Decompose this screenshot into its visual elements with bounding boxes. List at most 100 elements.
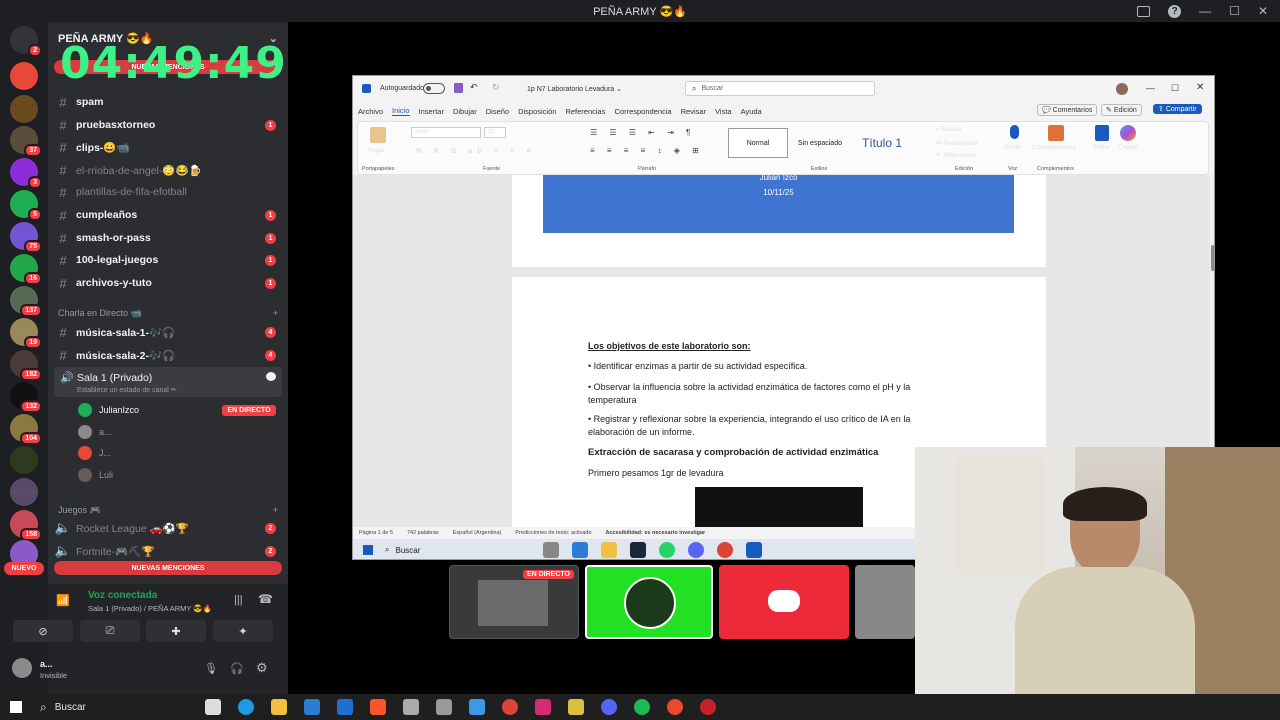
soundboard-button[interactable]: ✦ [213,620,273,642]
channel-status-field[interactable]: Establece un estado de canal ✏ [77,386,177,394]
app-icon[interactable] [572,542,589,558]
camera-off-button[interactable]: ⊘ [13,620,73,642]
close-button[interactable]: ✕ [1196,82,1204,93]
channel-item[interactable]: # archivos-y-tuto 1 [54,273,282,293]
server-icon[interactable]: 19 [10,318,42,349]
discord-icon[interactable] [688,542,705,558]
maximize-button[interactable]: ☐ [1171,83,1179,94]
app-icon[interactable] [435,699,452,715]
tab-diseno[interactable]: Diseño [486,107,509,116]
share-screen-button[interactable]: ⎚ [80,620,140,642]
channel-item[interactable]: # música-sala-2-🎶🎧 4 [54,345,282,365]
word-icon[interactable] [746,542,763,558]
voice-user[interactable]: a... [78,423,112,441]
paste-icon[interactable] [370,127,386,143]
dictate-label[interactable]: Dictar [1004,144,1021,151]
participant-tile[interactable] [585,565,713,639]
category-header[interactable]: Charla en Directo 📹 + [58,308,278,319]
voice-channel-item[interactable]: 🔈 Rocket League 🚗⚽🏆 2 [54,518,282,538]
server-icon[interactable]: 5 [10,190,42,221]
channel-item[interactable]: # cumpleaños 1 [54,205,282,225]
discord-icon[interactable] [600,699,617,715]
app-icon[interactable] [468,699,485,715]
font-size-select[interactable]: 11 [484,127,506,138]
task-view-icon[interactable] [204,699,221,715]
discord-home-icon[interactable]: 2 [10,26,42,57]
participant-tile[interactable] [719,565,849,639]
font-format-icons[interactable]: N K S ab x x A [416,146,537,155]
tab-referencias[interactable]: Referencias [565,107,605,116]
avatar[interactable] [12,658,32,678]
channel-item[interactable]: # clips-😀📹 [54,137,282,157]
channel-item[interactable]: # plantillas-de-fifa-efotball [54,182,282,202]
app-icon[interactable] [567,699,584,715]
document-title[interactable]: 1p N7 Laboratorio Levadura ⌄ [527,85,622,93]
copilot-label[interactable]: Copilot [1118,144,1138,151]
windows-start-icon[interactable] [10,701,22,713]
language-status[interactable]: Español (Argentina) [453,530,502,536]
comments-button[interactable]: 💬 Comentarios [1037,104,1098,116]
minimize-button[interactable]: — [1199,4,1211,18]
replace-button[interactable]: ⇄ Reemplazar [936,139,978,147]
server-icon[interactable]: 104 [10,414,42,445]
editor-icon[interactable] [1095,125,1109,141]
addins-icon[interactable] [1048,125,1064,141]
channel-item[interactable]: #100-legal-juegos 1 [54,250,282,270]
word-count[interactable]: 742 palabras [407,530,439,536]
store-icon[interactable] [303,699,320,715]
server-icon[interactable]: 158 [10,510,42,541]
tab-revisar[interactable]: Revisar [681,107,706,116]
page-count[interactable]: Página 1 de 5 [359,530,393,536]
tab-insertar[interactable]: Insertar [419,107,444,116]
style-titulo-1[interactable]: Título 1 [852,128,912,158]
app-icon[interactable] [699,699,716,715]
noise-suppression-icon[interactable]: ||| [234,594,243,606]
microphone-icon[interactable]: 🎙 [204,662,218,675]
server-icon[interactable] [10,95,38,123]
channel-item[interactable]: # el-rrioba-de-angel-😳😂🍺 [54,160,282,180]
mail-icon[interactable] [336,699,353,715]
avatar[interactable] [1116,83,1128,95]
editor-label[interactable]: Editor [1093,144,1110,151]
app-icon[interactable] [402,699,419,715]
voice-user[interactable]: JulianIzco [78,401,139,419]
channel-item[interactable]: # spam [54,92,282,112]
folder-icon[interactable] [601,542,618,558]
style-normal[interactable]: Normal [728,128,788,158]
channel-item[interactable]: # pruebasxtorneo 1 [54,115,282,135]
new-mentions-bar[interactable]: NUEVAS MENCIONES [54,561,282,575]
save-icon[interactable] [454,83,463,93]
server-icon[interactable]: 37 [10,126,42,157]
style-sin-espaciado[interactable]: Sin espaciado [790,128,850,158]
undo-icon[interactable]: ↶ [470,82,478,93]
tab-archivo[interactable]: Archivo [358,107,383,116]
disconnect-icon[interactable]: ☎ [258,592,273,606]
plus-icon[interactable]: + [273,505,278,516]
autosave-toggle[interactable] [423,83,445,94]
edge-icon[interactable] [237,699,254,715]
participant-tile[interactable] [855,565,915,639]
maximize-button[interactable]: ☐ [1229,4,1240,18]
tab-dibujar[interactable]: Dibujar [453,107,477,116]
server-icon[interactable]: 132 [10,382,42,413]
server-icon[interactable]: 75 [10,222,42,253]
select-button[interactable]: ↖ Seleccionar [936,151,977,159]
app-icon[interactable] [666,699,683,715]
tab-ayuda[interactable]: Ayuda [741,107,762,116]
server-icon[interactable]: 3 [10,158,42,189]
taskbar-search[interactable]: Buscar [55,702,205,713]
redo-icon[interactable]: ↻ [492,82,500,93]
steam-icon[interactable] [630,542,647,558]
channel-item[interactable]: # smash-or-pass 1 [54,228,282,248]
activities-button[interactable]: ✚ [146,620,206,642]
headphones-icon[interactable]: 🎧 [230,662,244,675]
app-icon[interactable] [543,542,560,558]
alignment-icons[interactable]: ≡ ≡ ≡ ≡ ↕ ◈ ⊞ [590,146,704,155]
chrome-icon[interactable] [717,542,734,558]
tab-vista[interactable]: Vista [715,107,732,116]
paragraph-icons[interactable]: ☰ ☰ ☰ ⇤ ⇥ ¶ [590,128,695,137]
share-button[interactable]: ⇪ Compartir [1153,104,1202,114]
category-header[interactable]: Juegos 🎮 + [58,505,278,516]
copilot-icon[interactable] [1120,125,1136,141]
voice-location[interactable]: Sala 1 (Privado) / PEÑA ARMY 😎🔥 [88,604,212,613]
